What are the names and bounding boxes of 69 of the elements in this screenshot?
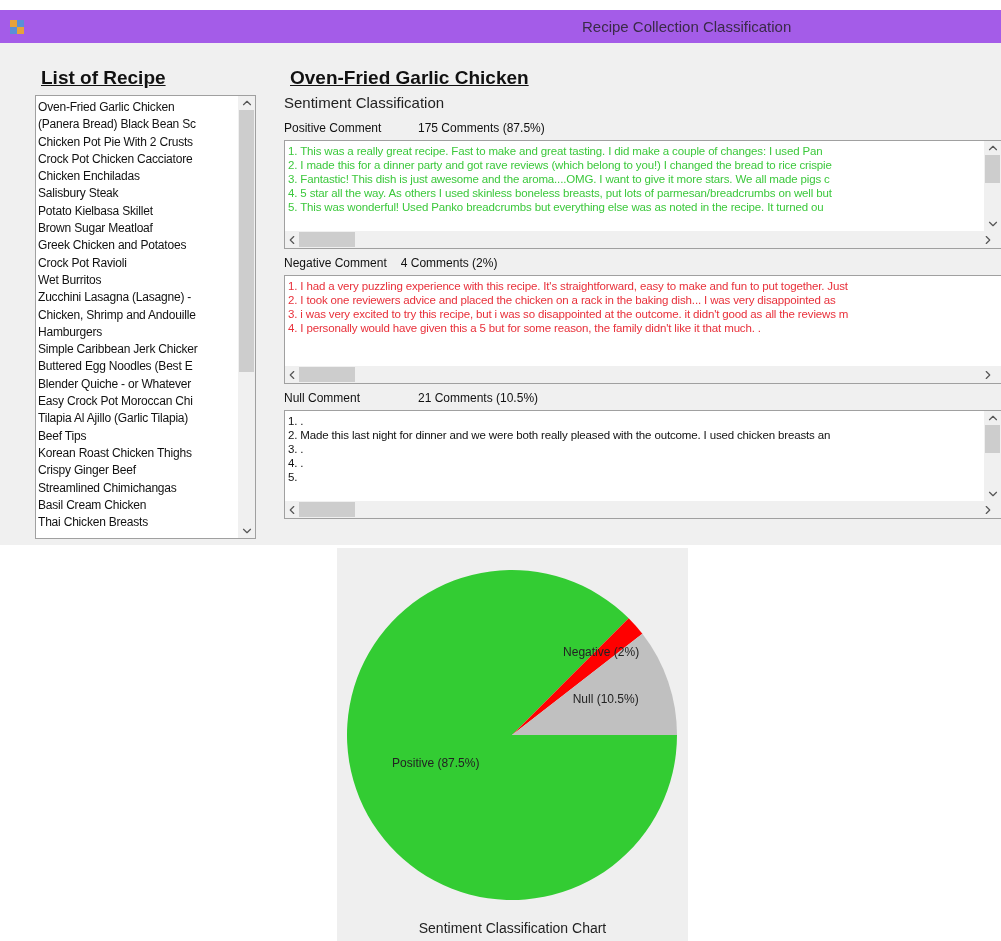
recipe-item[interactable]: Korean Roast Chicken Thighs (38, 444, 238, 463)
list-heading: List of Recipe (41, 67, 167, 90)
recipe-item[interactable]: Salisbury Steak (38, 185, 238, 203)
comment-line: 4. I personally would have given this a 5 but for some reason, the family didn't like it that much. . (288, 321, 762, 335)
scroll-thumb[interactable] (985, 425, 1000, 453)
recipe-item[interactable]: Chicken, Shrimp and Andouille (38, 306, 238, 324)
recipe-item[interactable]: Tilapia Al Ajillo (Garlic Tilapia) (38, 410, 238, 428)
recipe-item[interactable]: Beef Tips (38, 427, 238, 445)
window-title: Recipe Collection Classification (582, 18, 792, 35)
recipe-item[interactable]: Crock Pot Chicken Cacciatore (38, 150, 238, 169)
recipe-item[interactable]: Greek Chicken and Potatoes (38, 237, 238, 255)
recipe-item[interactable]: Easy Crock Pot Moroccan Chi (38, 393, 238, 411)
comment-label: Positive Comment (284, 121, 383, 135)
recipe-item[interactable]: Oven-Fried Garlic Chicken (38, 99, 238, 117)
recipe-item[interactable]: Potato Kielbasa Skillet (38, 202, 238, 221)
comment-label: Null Comment (284, 391, 362, 405)
comment-line: 1. I had a very puzzling experience with this recipe. It's straightforward, easy to make and fun to put together. Just (288, 279, 849, 293)
comment-line: 4. 5 star all the way. As others I used skinless boneless breasts, put lots of parmesan/breadcrumbs on well but (288, 186, 833, 200)
horizontal-scrollbar[interactable] (285, 501, 1001, 518)
recipe-item[interactable]: Crispy Ginger Beef (38, 462, 238, 480)
section-subtitle: Sentiment Classification (284, 94, 446, 113)
comment-count: 4 Comments (2%) (400, 256, 498, 270)
recipe-item[interactable]: Simple Caribbean Jerk Chicker (38, 341, 238, 359)
recipe-item[interactable]: Hamburgers (38, 323, 238, 342)
comment-count: 175 Comments (87.5%) (418, 121, 545, 135)
comment-box[interactable]: 1. . 2. Made this last night for dinner and we were both really pleased with the outcome. I used chicken breasts an 3. . 4. . 5. (284, 410, 1001, 519)
comment-label: Negative Comment (284, 256, 387, 270)
comment-line: 3. Fantastic! This dish is just awesome and the aroma....OMG. I want to give it more stars. We all made pigs c (288, 172, 831, 186)
scroll-thumb[interactable] (299, 502, 355, 517)
comment-line: 3. . (288, 442, 305, 456)
comment-line: 1. This was a really great recipe. Fast to make and great tasting. I did make a couple of changes: I used Pan (288, 144, 824, 158)
vertical-scrollbar[interactable] (984, 411, 1001, 501)
scroll-thumb[interactable] (239, 110, 254, 372)
comment-line: 2. I made this for a dinner party and got rave reviews (which belong to you!) I changed the bread to rice crispie (288, 158, 833, 172)
recipe-item[interactable]: Blender Quiche - or Whatever (38, 375, 238, 394)
horizontal-scrollbar[interactable] (285, 231, 1001, 248)
recipe-item[interactable]: Chicken Enchiladas (38, 168, 238, 186)
vertical-scrollbar[interactable] (984, 141, 1001, 231)
recipe-item[interactable]: Thai Chicken Breasts (38, 514, 238, 532)
recipe-listbox[interactable] (35, 95, 256, 539)
scroll-thumb[interactable] (299, 232, 355, 247)
recipe-item[interactable]: Wet Burritos (38, 271, 238, 290)
comment-box[interactable] (284, 140, 1001, 249)
comment-line: 2. Made this last night for dinner and we were both really pleased with the outcome. I used chicken breasts an (288, 428, 832, 442)
comment-line: 4. . (288, 456, 305, 470)
recipe-item[interactable]: (Panera Bread) Black Bean Sc (38, 116, 238, 134)
horizontal-scrollbar[interactable] (285, 366, 1001, 383)
recipe-item[interactable]: Crock Pot Ravioli (38, 254, 238, 272)
scroll-thumb[interactable] (299, 367, 355, 382)
recipe-item[interactable]: Chicken Pot Pie With 2 Crusts (38, 133, 238, 151)
comment-line: 3. i was very excited to try this recipe, but i was so disappointed at the outcome. it didn't good as all the reviews m (288, 307, 850, 321)
recipe-item[interactable]: Streamlined Chimichangas (38, 479, 238, 497)
chart-title: Sentiment Classification Chart (418, 920, 607, 936)
recipe-item[interactable]: Zucchini Lasagna (Lasagne) - (38, 289, 238, 307)
recipe-title: Oven-Fried Garlic Chicken (290, 67, 530, 90)
slice-label: Positive (87.5%) (392, 755, 480, 770)
vertical-scrollbar[interactable] (238, 96, 255, 538)
recipe-item[interactable]: Basil Cream Chicken (38, 496, 238, 515)
comment-line: 5. This was wonderful! Used Panko breadcrumbs but everything else was as noted in the recipe. It turned ou (288, 200, 825, 214)
comment-line: 2. I took one reviewers advice and placed the chicken on a rack in the baking dish... I was very disappointed as (288, 293, 837, 307)
comment-box[interactable] (284, 275, 1001, 384)
slice-label: Null (10.5%) (572, 691, 639, 706)
comment-line: 5. (288, 470, 299, 484)
recipe-item[interactable]: Buttered Egg Noodles (Best E (38, 358, 238, 376)
app-icon (10, 19, 24, 34)
scroll-thumb[interactable] (985, 155, 1000, 183)
recipe-item[interactable]: Brown Sugar Meatloaf (38, 220, 238, 238)
comment-line: 1. . (288, 414, 305, 428)
comment-count: 21 Comments (10.5%) (418, 391, 539, 405)
